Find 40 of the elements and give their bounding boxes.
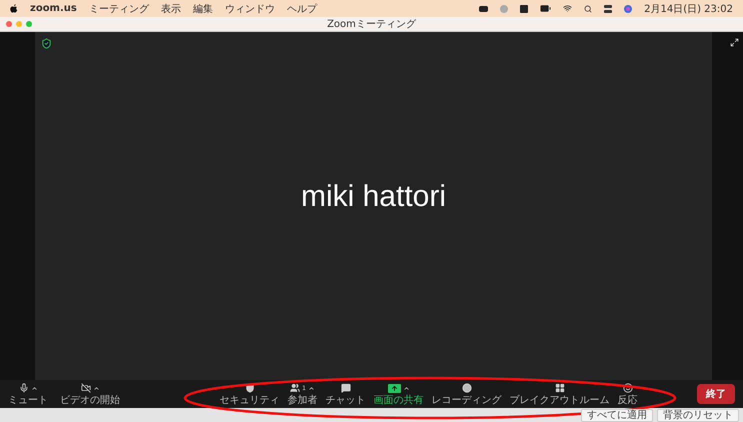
caret-icon[interactable] bbox=[30, 384, 38, 392]
participant-name: miki hattori bbox=[300, 180, 446, 214]
chat-icon bbox=[340, 383, 350, 393]
toolbar-button[interactable]: ミュート bbox=[8, 382, 48, 406]
caret-icon[interactable] bbox=[402, 384, 410, 392]
end-button[interactable]: 終了 bbox=[697, 384, 735, 404]
shield-check-icon[interactable] bbox=[41, 38, 52, 49]
caret-icon[interactable] bbox=[308, 384, 315, 392]
toolbar-button[interactable]: ビデオの開始 bbox=[60, 382, 120, 406]
toolbar-button[interactable]: チャット bbox=[326, 382, 366, 406]
window-title: Zoomミーティング bbox=[327, 18, 416, 31]
grid-icon bbox=[554, 383, 564, 393]
shield-icon bbox=[244, 383, 254, 393]
people-icon bbox=[290, 383, 300, 393]
share-screen-icon bbox=[388, 384, 400, 392]
strip-button[interactable]: 背景のリセット bbox=[657, 408, 739, 422]
menu-item[interactable]: ヘルプ bbox=[286, 2, 317, 16]
caret-icon[interactable] bbox=[92, 384, 100, 392]
battery-icon[interactable] bbox=[540, 3, 552, 14]
video-off-icon bbox=[80, 383, 90, 393]
strip-button[interactable]: すべてに適用 bbox=[581, 408, 653, 422]
smiley-icon bbox=[622, 383, 632, 393]
apple-icon[interactable] bbox=[10, 4, 18, 13]
menu-item[interactable]: ウィンドウ bbox=[224, 2, 275, 16]
menu-item[interactable]: 編集 bbox=[192, 2, 213, 16]
menu-item[interactable]: 表示 bbox=[160, 2, 181, 16]
toolbar-button[interactable]: レコーディング bbox=[432, 382, 502, 406]
fullscreen-icon[interactable] bbox=[730, 38, 739, 47]
toolbar-button[interactable]: ブレイクアウトルーム bbox=[510, 382, 610, 406]
close-button[interactable] bbox=[6, 21, 12, 27]
wifi-icon[interactable] bbox=[563, 4, 572, 13]
toolbar-button[interactable]: 反応 bbox=[618, 382, 638, 406]
search-icon[interactable] bbox=[584, 4, 592, 12]
microphone-icon bbox=[18, 383, 28, 393]
menu-item[interactable]: zoom.us bbox=[30, 3, 77, 14]
toolbar-button[interactable]: 画面の共有 bbox=[374, 382, 424, 406]
menu-item[interactable]: ミーティング bbox=[88, 2, 149, 16]
toolbar-button[interactable]: セキュリティ bbox=[220, 382, 280, 406]
menu-clock[interactable]: 2月14日(日) 23:02 bbox=[644, 2, 733, 16]
record-icon bbox=[462, 383, 472, 393]
